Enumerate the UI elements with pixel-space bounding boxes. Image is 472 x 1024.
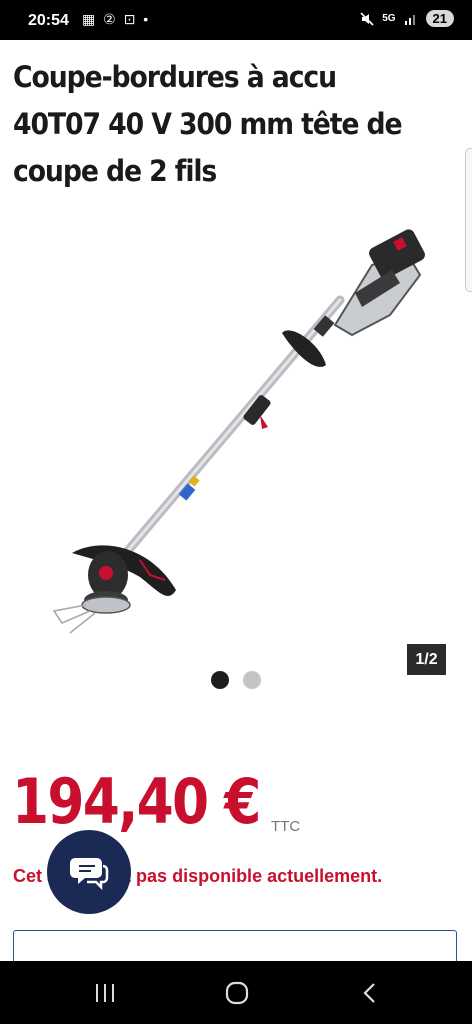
signal-icon (404, 14, 415, 25)
gallery-dot[interactable] (243, 671, 261, 689)
back-icon (363, 983, 375, 1003)
dot-icon: • (143, 11, 151, 27)
screenshot-icon: ⊡ (123, 11, 138, 27)
home-button[interactable] (217, 976, 257, 1010)
chat-bubbles-icon (70, 858, 109, 890)
system-navigation-bar (0, 961, 472, 1024)
product-image-gallery[interactable] (0, 215, 472, 655)
price-suffix: TTC (271, 818, 301, 835)
status-system-icons: 5G 21 (360, 10, 454, 27)
network-icon: 5G (382, 13, 396, 24)
recent-apps-icon (96, 984, 114, 1002)
string-trimmer-image (52, 229, 425, 634)
notification-2-icon: ② (103, 11, 118, 27)
status-notification-icons: ▦ ② ⊡ • (82, 11, 150, 28)
image-counter: 1/2 (407, 644, 446, 675)
home-icon (225, 981, 249, 1005)
chat-button[interactable] (47, 830, 131, 914)
battery-icon: 21 (425, 10, 454, 27)
product-title: Coupe-bordures à accu 40T07 40 V 300 mm … (13, 60, 403, 188)
back-button[interactable] (350, 976, 390, 1010)
recent-apps-button[interactable] (85, 976, 125, 1010)
status-time: 20:54 (28, 12, 69, 29)
product-price: 194,40 € (12, 765, 261, 838)
mute-icon (360, 11, 374, 26)
gallery-dot-active[interactable] (211, 671, 229, 689)
status-bar: 20:54 ▦ ② ⊡ • 5G 21 (0, 0, 472, 40)
calendar-icon: ▦ (82, 11, 98, 27)
